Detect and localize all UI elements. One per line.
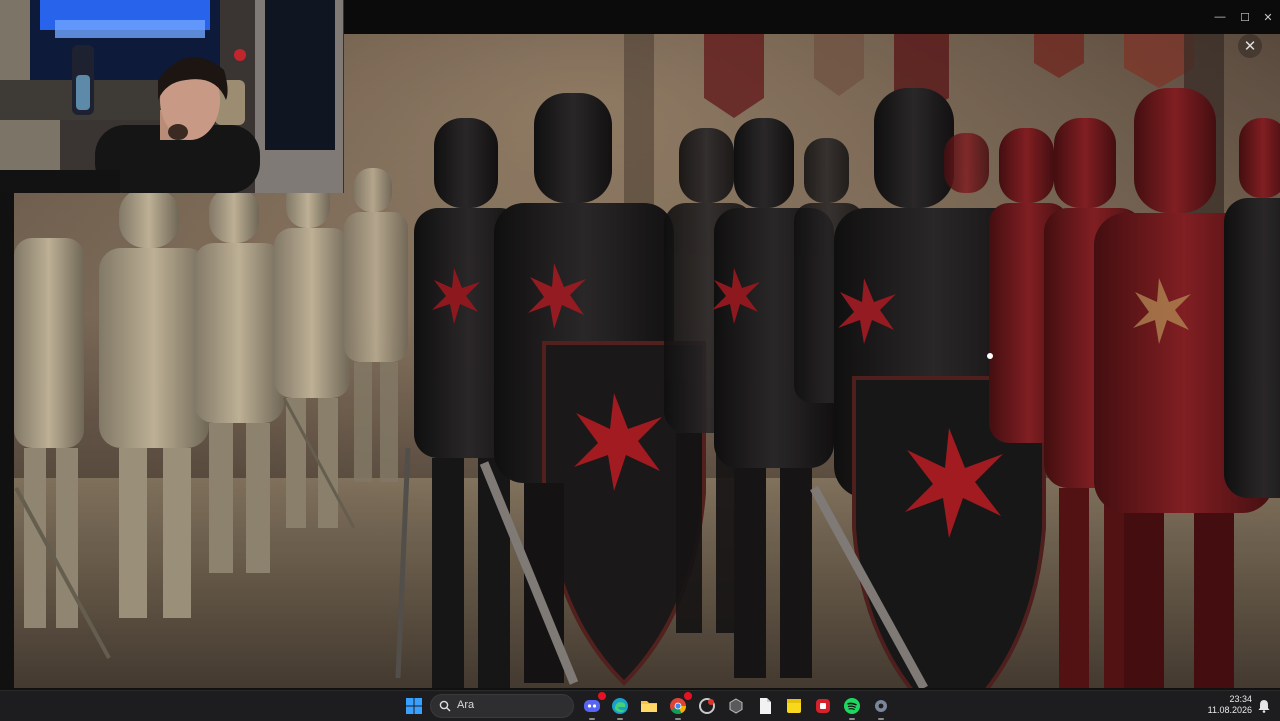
cube-app-icon xyxy=(729,698,743,714)
taskbar-app5[interactable] xyxy=(695,694,719,718)
red-circle-app-icon xyxy=(699,698,715,714)
clock-time: 23:34 xyxy=(1229,694,1252,704)
taskbar-edge[interactable] xyxy=(608,694,632,720)
taskbar-file-explorer[interactable] xyxy=(637,694,661,718)
taskbar-chrome[interactable] xyxy=(666,692,692,720)
maximize-button[interactable]: ☐ xyxy=(1233,6,1257,28)
system-clock[interactable]: 23:34 11.08.2026 xyxy=(1200,694,1252,716)
search-icon xyxy=(439,700,451,712)
notification-badge xyxy=(598,692,606,700)
spotify-icon xyxy=(844,698,860,714)
taskbar-app6[interactable] xyxy=(724,694,748,718)
document-icon xyxy=(760,698,771,714)
taskbar-settings[interactable] xyxy=(869,694,893,720)
taskbar: Ara 23:34 11.08.2026 xyxy=(0,690,1280,721)
mouse-cursor-dot xyxy=(987,353,993,359)
close-viewer-button[interactable]: ✕ xyxy=(1238,34,1262,58)
taskbar-sticky-notes[interactable] xyxy=(782,694,806,718)
red-app-icon xyxy=(816,699,830,713)
window-titlebar xyxy=(343,0,1280,34)
taskbar-app9[interactable] xyxy=(811,694,835,718)
bell-icon xyxy=(1258,700,1270,713)
windows-logo-icon xyxy=(406,698,422,714)
webcam-feed xyxy=(0,0,343,193)
taskbar-search-box[interactable]: Ara xyxy=(430,694,574,718)
minimize-button[interactable]: — xyxy=(1208,6,1232,28)
notification-badge xyxy=(684,692,692,700)
discord-icon xyxy=(584,700,600,712)
gear-icon xyxy=(875,700,887,712)
close-window-button[interactable]: ✕ xyxy=(1256,6,1280,28)
chrome-icon xyxy=(670,698,686,714)
search-label: Ara xyxy=(457,699,475,711)
taskbar-notepad[interactable] xyxy=(753,694,777,718)
webcam-overlay xyxy=(0,0,344,193)
desktop: — ☐ ✕ ✕ Ara 23:34 11.08.2026 xyxy=(0,0,1280,721)
folder-icon xyxy=(641,701,657,712)
edge-icon xyxy=(612,698,628,714)
taskbar-spotify[interactable] xyxy=(840,694,864,720)
notification-center-button[interactable] xyxy=(1254,694,1274,718)
taskbar-discord[interactable] xyxy=(580,692,606,720)
sticky-note-icon xyxy=(787,699,801,713)
clock-date: 11.08.2026 xyxy=(1207,705,1252,715)
start-button[interactable] xyxy=(402,694,426,718)
